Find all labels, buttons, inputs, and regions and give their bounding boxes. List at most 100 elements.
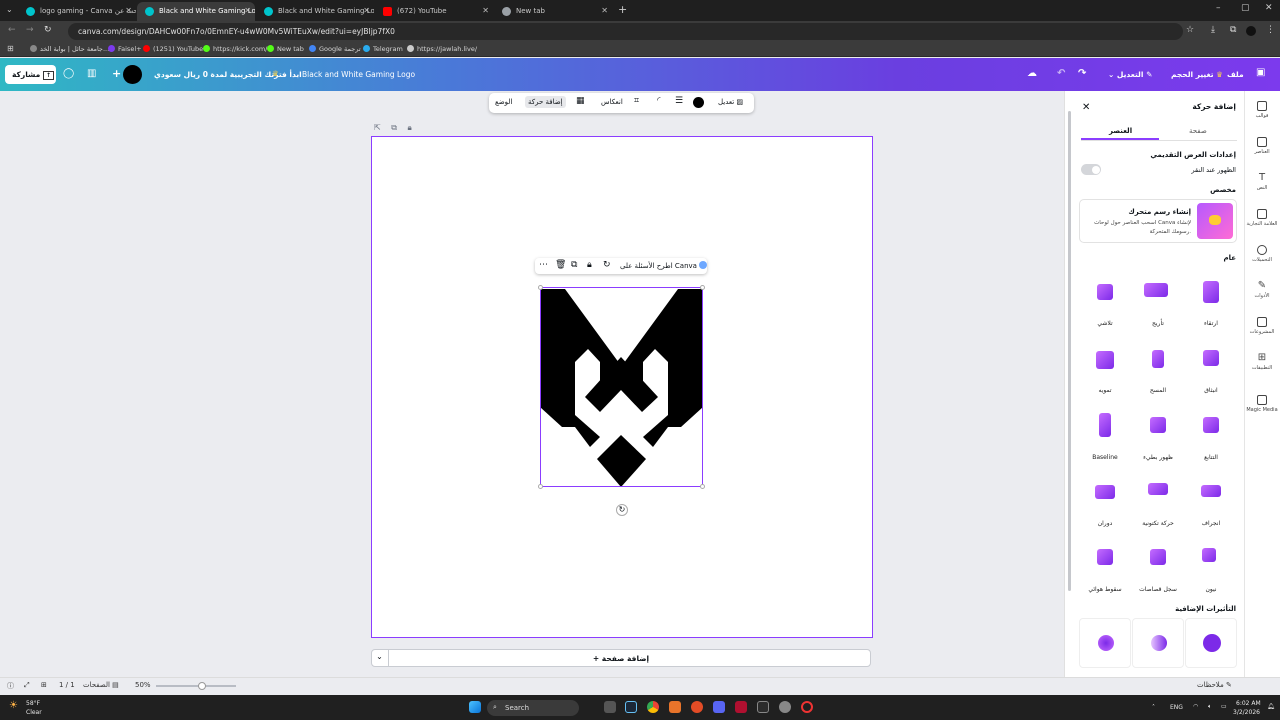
- tray-chevron-icon[interactable]: ˄: [1152, 704, 1155, 711]
- tab-element[interactable]: العنصر: [1109, 127, 1132, 135]
- notes-button[interactable]: ملاحظات ✎: [1197, 681, 1232, 689]
- bookmark-item[interactable]: Google ترجمة: [309, 45, 361, 53]
- create-animation-card[interactable]: إنشاء رسم متحرك اسحب العناصر حول لوحات C…: [1079, 199, 1237, 243]
- url-input[interactable]: canva.com/design/DAHCw00Fn7o/0EmnEY-u4wW…: [68, 23, 1183, 40]
- redo-icon[interactable]: ↷: [1078, 68, 1086, 79]
- fullscreen-icon[interactable]: ⤢: [24, 681, 30, 690]
- browser-tab[interactable]: logo gaming - Canva يبحث عن✕: [18, 2, 136, 21]
- clock-date[interactable]: 3/2/2026: [1233, 709, 1260, 716]
- close-tab-icon[interactable]: ✕: [482, 6, 489, 15]
- profile-avatar[interactable]: [1246, 26, 1256, 36]
- browser-tab[interactable]: (672) YouTube ✕: [375, 2, 493, 21]
- close-tab-icon[interactable]: ✕: [363, 6, 370, 15]
- bookmark-item[interactable]: جامعة حائل | بوابة الخد...: [30, 45, 109, 53]
- resize-handle[interactable]: [700, 484, 705, 489]
- app-icon[interactable]: [669, 701, 681, 713]
- notification-icon[interactable]: 🔔︎: [1267, 703, 1275, 710]
- border-style-icon[interactable]: ☰: [675, 96, 683, 106]
- close-tab-icon[interactable]: ✕: [601, 6, 608, 15]
- bookmark-item[interactable]: (1251) YouTube: [143, 45, 203, 53]
- start-icon[interactable]: [469, 701, 481, 713]
- ask-canva-button[interactable]: اطرح الأسئلة على Canva: [620, 261, 708, 270]
- file-menu-button[interactable]: ملف: [1227, 70, 1244, 79]
- steam-icon[interactable]: [625, 701, 637, 713]
- panel-scrollbar[interactable]: [1068, 111, 1071, 591]
- comment-icon[interactable]: ◯: [63, 68, 74, 79]
- add-page-button[interactable]: + إضافة صفحة: [371, 649, 871, 667]
- animation-tile[interactable]: [1185, 267, 1237, 317]
- tab-page[interactable]: صفحة: [1189, 127, 1207, 135]
- close-tab-icon[interactable]: ✕: [244, 6, 251, 15]
- task-view-icon[interactable]: [604, 701, 616, 713]
- close-window-icon[interactable]: ✕: [1265, 3, 1273, 13]
- browser-menu-icon[interactable]: ⋮: [1266, 25, 1275, 35]
- browser-tab-active[interactable]: Black and White Gaming Logo ✕: [137, 2, 255, 21]
- animate-button[interactable]: إضافة حركة: [525, 96, 566, 108]
- more-options-icon[interactable]: ⋯: [539, 260, 548, 270]
- appear-on-click-toggle[interactable]: [1081, 164, 1101, 175]
- close-tab-icon[interactable]: ✕: [125, 6, 132, 15]
- rail-projects[interactable]: المشروعات: [1244, 317, 1280, 335]
- trial-banner[interactable]: ابدأ فترتك التجريبية لمدة 0 ريال سعودي: [154, 70, 302, 79]
- reload-icon[interactable]: ↻: [44, 25, 52, 35]
- animation-tile[interactable]: [1079, 267, 1131, 317]
- battery-icon[interactable]: ▭: [1221, 703, 1227, 710]
- animation-tile[interactable]: [1185, 401, 1237, 451]
- weather-temp[interactable]: 58°F: [26, 700, 40, 707]
- page-more-icon[interactable]: ⇱: [374, 123, 381, 132]
- rail-magic-media[interactable]: Magic Media: [1244, 395, 1280, 413]
- app-icon[interactable]: [735, 701, 747, 713]
- cloud-saved-icon[interactable]: ☁: [1027, 68, 1037, 79]
- animation-tile[interactable]: [1079, 334, 1131, 384]
- resize-handle[interactable]: [538, 285, 543, 290]
- resize-button[interactable]: تغيير الحجم ♛: [1171, 70, 1223, 79]
- animation-tile[interactable]: [1079, 467, 1131, 517]
- bookmark-star-icon[interactable]: ☆: [1186, 25, 1194, 35]
- share-button[interactable]: مشاركة ↑: [5, 65, 56, 84]
- discord-icon[interactable]: [713, 701, 725, 713]
- rail-text[interactable]: T النص: [1244, 173, 1280, 192]
- maximize-icon[interactable]: ▢: [1241, 3, 1250, 13]
- transparency-icon[interactable]: ▦: [576, 96, 585, 106]
- avatar[interactable]: [123, 65, 142, 84]
- refresh-icon[interactable]: ↻: [603, 260, 611, 270]
- extra-effect-tile[interactable]: [1132, 618, 1184, 668]
- animation-tile[interactable]: [1132, 533, 1184, 583]
- language-indicator[interactable]: ENG: [1170, 704, 1183, 711]
- help-icon[interactable]: ⓘ: [7, 681, 14, 691]
- color-swatch[interactable]: [693, 97, 704, 108]
- zoom-level[interactable]: 50%: [135, 681, 151, 689]
- rail-elements[interactable]: العناصر: [1244, 137, 1280, 155]
- close-panel-icon[interactable]: ✕: [1082, 102, 1090, 113]
- delete-icon[interactable]: 🗑︎: [555, 260, 566, 270]
- animation-tile[interactable]: [1185, 334, 1237, 384]
- extensions-icon[interactable]: ⧉: [1230, 25, 1236, 35]
- resize-handle[interactable]: [700, 285, 705, 290]
- bookmark-item[interactable]: New tab: [267, 45, 304, 53]
- animation-tile[interactable]: [1132, 467, 1184, 517]
- volume-icon[interactable]: 🔈︎: [1208, 703, 1212, 711]
- rail-brand[interactable]: العلامة التجارية: [1244, 209, 1280, 227]
- bookmark-item[interactable]: https://jawlah.live/: [407, 45, 477, 53]
- lock-icon[interactable]: 🔒︎: [587, 260, 592, 270]
- edit-image-button[interactable]: تعديل ▨: [718, 98, 743, 106]
- app-icon[interactable]: [691, 701, 703, 713]
- app-icon[interactable]: [757, 701, 769, 713]
- extra-effect-tile[interactable]: [1185, 618, 1237, 668]
- position-button[interactable]: الوضع: [495, 98, 512, 106]
- apps-grid-icon[interactable]: ⊞: [7, 44, 14, 53]
- rail-tools[interactable]: ✎ الأدوات: [1244, 281, 1280, 300]
- animation-tile[interactable]: [1132, 334, 1184, 384]
- undo-icon[interactable]: ↶: [1057, 68, 1065, 79]
- edit-mode-button[interactable]: ⌄ التعديل ✎: [1108, 70, 1152, 79]
- rail-apps[interactable]: ⊞ التطبيقات: [1244, 353, 1280, 372]
- bookmark-item[interactable]: Faisel+: [108, 45, 142, 53]
- corner-rounding-icon[interactable]: ◜: [657, 96, 661, 106]
- lock-page-icon[interactable]: 🔒︎: [408, 123, 412, 132]
- crop-icon[interactable]: ⌗: [634, 96, 639, 106]
- tab-list-icon[interactable]: ⌄: [6, 5, 13, 14]
- rail-uploads[interactable]: التحميلات: [1244, 245, 1280, 263]
- minimize-icon[interactable]: –: [1216, 3, 1221, 13]
- download-icon[interactable]: ⤓: [1211, 25, 1215, 35]
- settings-icon[interactable]: [779, 701, 791, 713]
